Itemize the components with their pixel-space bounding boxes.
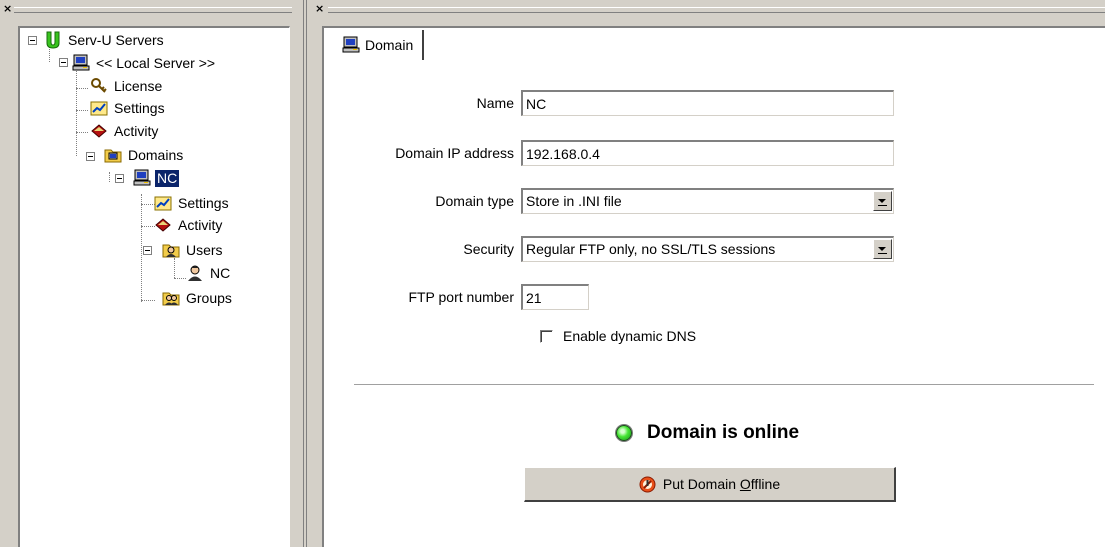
tree-line xyxy=(76,110,88,111)
tree-item-label: << Local Server >> xyxy=(96,54,216,71)
tree-pane-grip[interactable] xyxy=(14,7,292,13)
tree-item-label: Domains xyxy=(128,146,184,163)
dynamic-dns-label[interactable]: Enable dynamic DNS xyxy=(563,327,696,345)
expand-users[interactable] xyxy=(143,246,152,255)
expand-domains[interactable] xyxy=(86,152,95,161)
tree-item-label: License xyxy=(114,77,163,94)
server-tree[interactable]: Serv-U Servers << Local Server >> Licens… xyxy=(18,26,290,547)
tree-item-label: Settings xyxy=(114,99,165,116)
domain-ip-field[interactable] xyxy=(521,140,894,166)
tab-domain-label: Domain xyxy=(365,37,414,53)
domain-pane-grip[interactable] xyxy=(328,7,1105,13)
tree-item-license[interactable]: License xyxy=(90,76,164,96)
name-field[interactable] xyxy=(521,90,894,116)
tree-item-label: Activity xyxy=(178,216,223,233)
put-domain-offline-button[interactable]: Put Domain Offline xyxy=(524,467,896,502)
tree-line xyxy=(141,226,155,227)
tree-item-label: Serv-U Servers xyxy=(68,31,164,48)
security-select[interactable]: Regular FTP only, no SSL/TLS sessions xyxy=(521,236,894,262)
tree-item-label: Activity xyxy=(114,122,159,139)
tree-line xyxy=(174,258,175,278)
domain-type-select[interactable]: Store in .INI file xyxy=(521,188,894,214)
serv-u-icon xyxy=(44,31,62,49)
tree-item-local-server[interactable]: << Local Server >> xyxy=(72,53,217,73)
tab-domain[interactable]: Domain xyxy=(334,30,425,60)
security-value: Regular FTP only, no SSL/TLS sessions xyxy=(526,241,776,257)
computer-icon xyxy=(133,169,151,187)
groups-icon xyxy=(162,289,180,307)
computer-icon xyxy=(72,54,90,72)
settings-icon xyxy=(154,194,172,212)
offline-label-accelerator: O xyxy=(739,476,751,492)
user-icon xyxy=(186,264,204,282)
activity-icon xyxy=(90,122,108,140)
pane-splitter[interactable] xyxy=(298,0,308,547)
domain-ip-label: Domain IP address xyxy=(395,145,514,161)
splitter-line xyxy=(303,0,304,547)
status-text: Domain is online xyxy=(647,422,800,443)
offline-label-suffix: ffline xyxy=(750,476,781,492)
tree-item-domains[interactable]: Domains xyxy=(104,145,185,165)
domain-pane-close-icon[interactable]: × xyxy=(315,3,324,14)
splitter-line xyxy=(306,0,307,547)
tree-item-label: Groups xyxy=(186,289,232,306)
dynamic-dns-checkbox[interactable] xyxy=(540,330,553,343)
tree-item-label: NC xyxy=(210,264,231,281)
tree-item-users[interactable]: Users xyxy=(162,240,225,260)
tree-item-label: Settings xyxy=(178,194,229,211)
ftp-port-field[interactable] xyxy=(521,284,589,310)
tree-line xyxy=(76,132,88,133)
tree-line xyxy=(141,194,142,302)
chevron-down-icon[interactable] xyxy=(873,191,892,211)
tree-line xyxy=(141,204,155,205)
tree-line xyxy=(109,172,110,182)
tree-item-user-nc[interactable]: NC xyxy=(186,263,232,283)
tree-pane: × Serv-U Servers << Local Server >> Lice… xyxy=(0,0,298,547)
domain-panel: Domain Name Domain IP address Domain typ… xyxy=(322,26,1105,547)
domains-folder-icon xyxy=(104,146,122,164)
tree-item-server-activity[interactable]: Activity xyxy=(90,121,160,141)
tree-item-label: Users xyxy=(186,241,223,258)
activity-icon xyxy=(154,216,172,234)
domain-type-value: Store in .INI file xyxy=(526,193,622,209)
separator xyxy=(354,384,1094,386)
tree-item-serv-u-servers[interactable]: Serv-U Servers xyxy=(44,30,166,50)
offline-button-label: Put Domain Offline xyxy=(663,476,780,492)
expand-local-server[interactable] xyxy=(59,58,68,67)
offline-icon xyxy=(639,476,656,493)
ftp-port-label: FTP port number xyxy=(408,289,514,305)
tree-pane-close-icon[interactable]: × xyxy=(3,3,12,14)
settings-icon xyxy=(90,99,108,117)
tree-item-domain-nc[interactable]: NC xyxy=(133,168,181,188)
tree-item-groups[interactable]: Groups xyxy=(162,288,234,308)
tree-item-domain-activity[interactable]: Activity xyxy=(154,215,224,235)
expand-domain-nc[interactable] xyxy=(115,174,124,183)
tree-item-label: NC xyxy=(153,168,181,188)
users-icon xyxy=(162,241,180,259)
tree-item-domain-settings[interactable]: Settings xyxy=(154,193,231,213)
computer-icon xyxy=(342,36,360,54)
expand-serv-u-servers[interactable] xyxy=(28,36,37,45)
status-indicator: Domain is online xyxy=(616,422,799,444)
tree-item-server-settings[interactable]: Settings xyxy=(90,98,167,118)
offline-label-prefix: Put Domain xyxy=(662,476,740,492)
chevron-down-icon[interactable] xyxy=(873,239,892,259)
tree-line xyxy=(76,88,88,89)
tree-line xyxy=(174,278,186,279)
security-label: Security xyxy=(463,241,514,257)
name-label: Name xyxy=(476,95,514,111)
domain-type-label: Domain type xyxy=(435,193,514,209)
status-led-icon xyxy=(616,425,632,441)
domain-pane: × Domain Name Domain IP address Domain t… xyxy=(308,0,1105,547)
tree-line xyxy=(141,300,155,301)
key-icon xyxy=(90,77,108,95)
